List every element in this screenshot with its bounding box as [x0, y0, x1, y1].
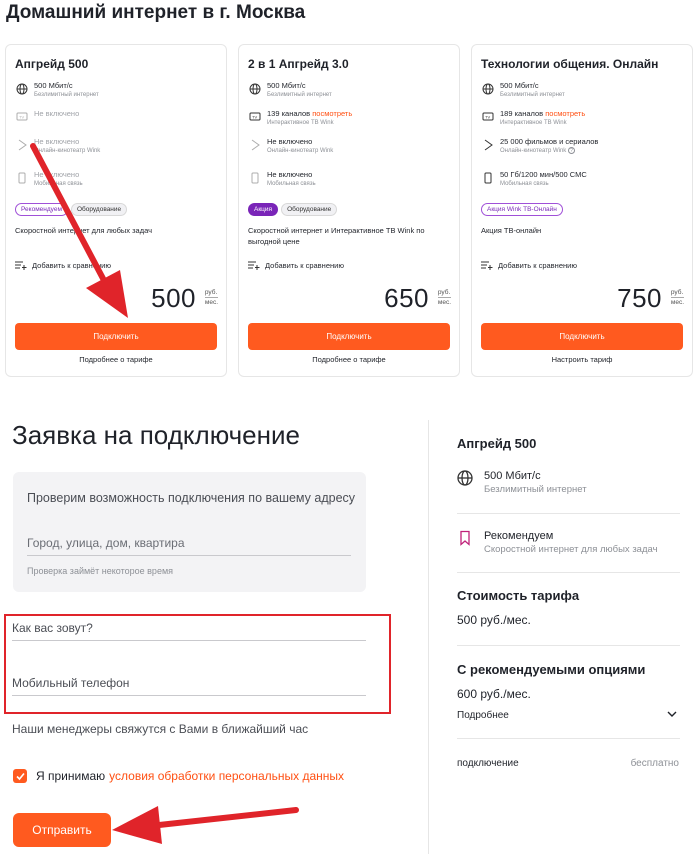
- compare-link[interactable]: Добавить к сравнению: [248, 260, 344, 270]
- summary-speed: 500 Мбит/с Безлимитный интернет: [457, 469, 587, 496]
- address-hint: Проверка займёт некоторое время: [27, 566, 174, 576]
- feature-internet: 500 Мбит/с Безлимитный интернет: [248, 81, 332, 99]
- address-check-panel: Проверим возможность подключения по ваше…: [13, 472, 366, 592]
- feature-mobile: 50 Гб/1200 мин/500 СМС Мобильная связь: [481, 170, 587, 188]
- price: 650: [384, 283, 429, 313]
- card-title: Технологии общения. Онлайн: [481, 57, 659, 71]
- arrow-head-submit: [112, 806, 162, 844]
- tag-recommended: Рекомендуем: [15, 203, 68, 216]
- divider: [457, 738, 680, 739]
- consent-checkbox[interactable]: [13, 769, 27, 783]
- privacy-terms-link[interactable]: условия обработки персональных данных: [109, 769, 344, 783]
- compare-link[interactable]: Добавить к сравнению: [481, 260, 577, 270]
- play-icon: [248, 138, 261, 151]
- card-title: 2 в 1 Апгрейд 3.0: [248, 57, 349, 71]
- globe-icon: [15, 82, 28, 95]
- feature-mobile: Не включено Мобильная связь: [15, 170, 83, 188]
- channels-link[interactable]: посмотреть: [312, 109, 352, 118]
- feature-tv: TV 189 каналов посмотреть Интерактивное Т…: [481, 109, 585, 127]
- summary-recommended: Рекомендуем Скоростной интернет для любых…: [457, 529, 658, 556]
- card-description: Скоростной интернет для любых задач: [15, 226, 152, 235]
- connect-button[interactable]: Подключить: [15, 323, 217, 350]
- play-icon: [481, 138, 494, 151]
- details-toggle[interactable]: Подробнее: [457, 710, 677, 721]
- compare-link[interactable]: Добавить к сравнению: [15, 260, 111, 270]
- tariff-card-2: 2 в 1 Апгрейд 3.0 500 Мбит/с Безлимитный …: [238, 44, 460, 377]
- price: 750: [617, 283, 662, 313]
- globe-icon: [248, 82, 261, 95]
- play-icon: [15, 138, 28, 151]
- phone-icon: [481, 171, 494, 184]
- feature-tv: TV Не включено: [15, 109, 79, 123]
- feature-mobile: Не включено Мобильная связь: [248, 170, 316, 188]
- tag-equipment: Оборудование: [70, 203, 128, 216]
- divider: [428, 420, 429, 854]
- options-value: 600 руб./мес.: [457, 687, 531, 701]
- connect-button[interactable]: Подключить: [481, 323, 683, 350]
- summary-title: Апгрейд 500: [457, 436, 537, 451]
- submit-button[interactable]: Отправить: [13, 813, 111, 847]
- card-description: Скоростной интернет и Интерактивное ТВ W…: [248, 226, 425, 246]
- card-title: Апгрейд 500: [15, 57, 89, 71]
- svg-text:TV: TV: [485, 114, 490, 119]
- arrow-to-submit: [147, 807, 299, 829]
- compare-icon: [248, 260, 260, 270]
- feature-cinema: 25 000 фильмов и сериалов Онлайн-кинотеат…: [481, 137, 598, 155]
- tariff-card-3: Технологии общения. Онлайн 500 Мбит/с Без…: [471, 44, 693, 377]
- chevron-down-icon: [667, 710, 677, 721]
- feature-cinema: Не включено Онлайн-кинотеатр Wink: [15, 137, 100, 155]
- address-input[interactable]: [27, 530, 351, 556]
- divider: [457, 645, 680, 646]
- feature-tv: TV 139 каналов посмотреть Интерактивное Т…: [248, 109, 352, 127]
- tag-equipment: Оборудование: [281, 203, 338, 216]
- cost-value: 500 руб./мес.: [457, 613, 531, 627]
- compare-icon: [481, 260, 493, 270]
- divider: [457, 513, 680, 514]
- check-icon: [15, 772, 25, 780]
- configure-tariff-link[interactable]: Настроить тариф: [472, 355, 692, 364]
- divider: [457, 572, 680, 573]
- connect-button[interactable]: Подключить: [248, 323, 450, 350]
- tariff-details-link[interactable]: Подробнее о тарифе: [239, 355, 459, 364]
- price-unit: руб. мес.: [437, 289, 451, 306]
- info-icon[interactable]: ?: [567, 147, 575, 154]
- phone-icon: [15, 171, 28, 184]
- feature-internet: 500 Мбит/с Безлимитный интернет: [15, 81, 99, 99]
- svg-text:TV: TV: [252, 114, 257, 119]
- highlight-box: [4, 614, 391, 714]
- compare-icon: [15, 260, 27, 270]
- globe-icon: [481, 82, 494, 95]
- tariff-details-link[interactable]: Подробнее о тарифе: [6, 355, 226, 364]
- address-check-title: Проверим возможность подключения по ваше…: [27, 491, 356, 505]
- feature-internet: 500 Мбит/с Безлимитный интернет: [481, 81, 565, 99]
- price-unit: руб. мес.: [670, 289, 684, 306]
- cost-label: Стоимость тарифа: [457, 588, 580, 603]
- tv-icon: TV: [481, 110, 494, 123]
- globe-icon: [457, 470, 473, 486]
- price: 500: [151, 283, 196, 313]
- contact-note: Наши менеджеры свяжутся с Вами в ближайш…: [12, 722, 309, 736]
- svg-text:TV: TV: [19, 114, 24, 119]
- tag-wink-promo: Акция Wink ТВ-Онлайн: [481, 203, 563, 216]
- page-title: Домашний интернет в г. Москва: [6, 2, 306, 23]
- phone-icon: [248, 171, 261, 184]
- form-title: Заявка на подключение: [12, 420, 300, 450]
- tariff-card-1: Апгрейд 500 500 Мбит/с Безлимитный интерн…: [5, 44, 227, 377]
- card-description: Акция ТВ-онлайн: [481, 226, 542, 235]
- channels-link[interactable]: посмотреть: [545, 109, 585, 118]
- connection-fee-row: подключение бесплатно: [457, 758, 679, 769]
- consent-row: Я принимаю условия обработки персональны…: [13, 769, 344, 783]
- price-unit: руб. мес.: [204, 289, 218, 306]
- feature-cinema: Не включено Онлайн-кинотеатр Wink: [248, 137, 333, 155]
- options-label: С рекомендуемыми опциями: [457, 662, 646, 677]
- tv-icon: TV: [15, 110, 28, 123]
- tv-icon: TV: [248, 110, 261, 123]
- tag-promo: Акция: [248, 203, 279, 216]
- bookmark-icon: [457, 530, 473, 546]
